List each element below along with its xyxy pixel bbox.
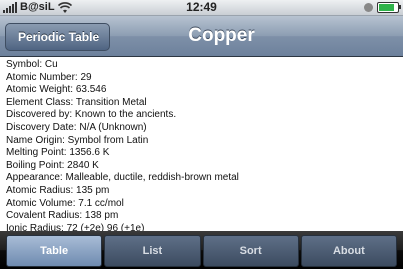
tab-table[interactable]: Table (6, 235, 103, 267)
navigation-bar: Periodic Table Copper (0, 16, 403, 57)
detail-line: Discovered by: Known to the ancients. (6, 109, 177, 121)
detail-line: Atomic Number: 29 (6, 71, 92, 83)
detail-line: Boiling Point: 2840 K (6, 159, 99, 171)
orientation-lock-icon (364, 3, 373, 12)
status-time: 12:49 (186, 0, 217, 14)
detail-line: Name Origin: Symbol from Latin (6, 134, 149, 146)
detail-line: Element Class: Transition Metal (6, 96, 147, 108)
tab-list[interactable]: List (104, 235, 201, 267)
detail-line: Atomic Weight: 63.546 (6, 84, 107, 96)
page-title: Copper (188, 25, 255, 46)
detail-line: Covalent Radius: 138 pm (6, 210, 119, 222)
detail-line: Symbol: Cu (6, 59, 58, 70)
detail-line: Discovery Date: N/A (Unknown) (6, 121, 147, 133)
status-bar: B@siL 12:49 (0, 0, 403, 16)
tab-about[interactable]: About (300, 235, 397, 267)
detail-line: Atomic Volume: 7.1 cc/mol (6, 197, 124, 209)
battery-fill (379, 4, 394, 11)
battery-icon (377, 2, 401, 13)
detail-line: Ionic Radius: 72 (+2e) 96 (+1e) (6, 222, 145, 231)
back-button[interactable]: Periodic Table (5, 23, 111, 51)
tab-sort[interactable]: Sort (202, 235, 299, 267)
tab-bar: Table List Sort About (0, 231, 403, 269)
status-right (364, 2, 401, 13)
detail-line: Melting Point: 1356.6 K (6, 147, 110, 159)
element-details[interactable]: Symbol: Cu Atomic Number: 29 Atomic Weight… (0, 57, 403, 231)
detail-line: Appearance: Malleable, ductile, reddish-… (6, 172, 239, 184)
detail-line: Atomic Radius: 135 pm (6, 184, 110, 196)
